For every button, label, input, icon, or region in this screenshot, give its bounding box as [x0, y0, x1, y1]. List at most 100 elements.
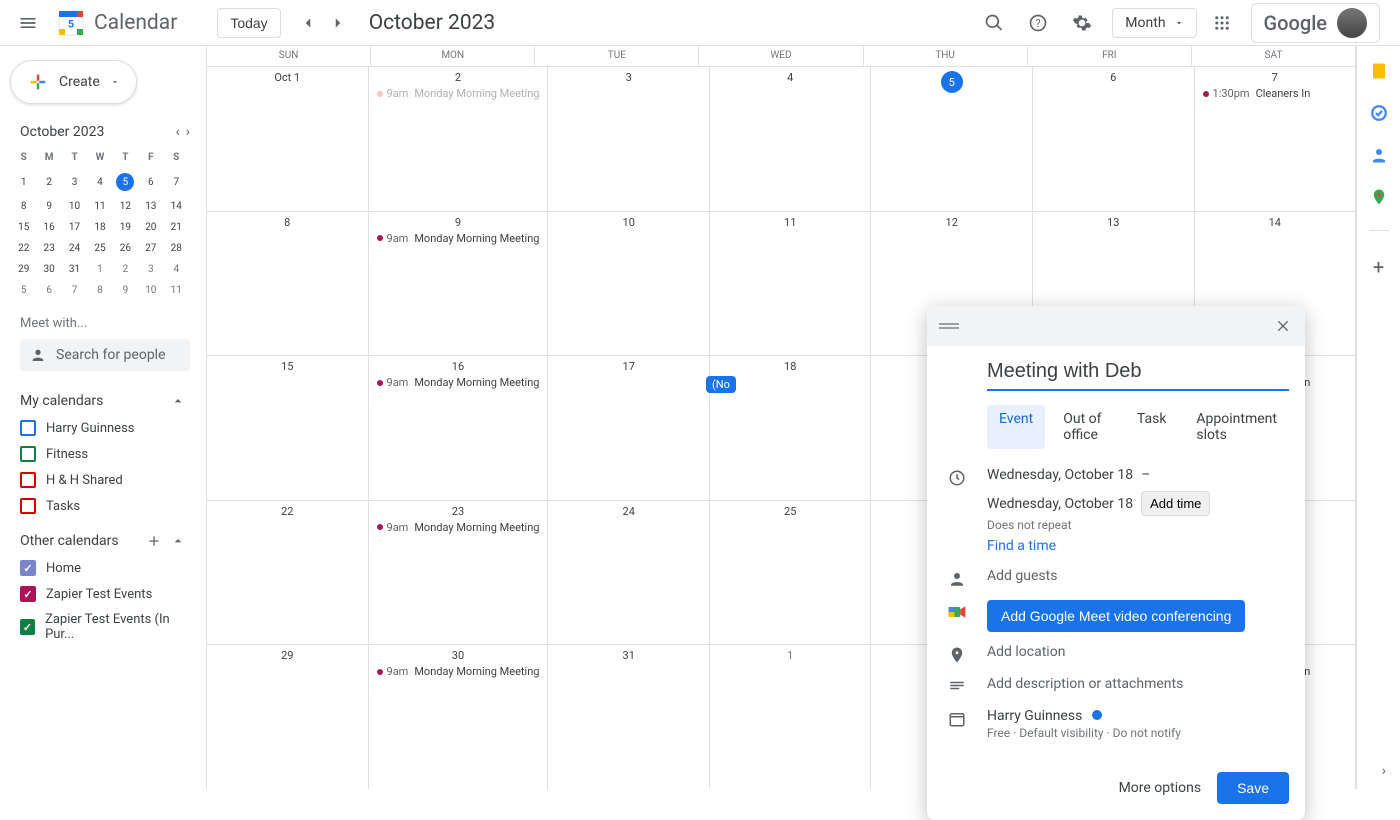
calendar-checkbox[interactable] [20, 619, 35, 635]
event-tab[interactable]: Event [987, 405, 1045, 449]
calendar-checkbox[interactable] [20, 446, 36, 462]
start-date[interactable]: Wednesday, October 18 [987, 467, 1133, 483]
mini-day[interactable]: 12 [114, 197, 137, 216]
day-cell[interactable]: 24 [548, 501, 710, 645]
google-account[interactable]: Google [1251, 3, 1380, 43]
mini-day[interactable]: 15 [12, 218, 35, 237]
calendar-item[interactable]: Fitness [10, 441, 190, 467]
mini-day[interactable]: 7 [63, 281, 86, 300]
day-cell[interactable]: Oct 1 [207, 67, 369, 211]
mini-day[interactable]: 19 [114, 218, 137, 237]
mini-day[interactable]: 11 [88, 197, 111, 216]
day-cell[interactable]: 4 [710, 67, 872, 211]
day-cell[interactable]: 71:30pmCleaners In [1195, 67, 1357, 211]
mini-day[interactable]: 11 [165, 281, 188, 300]
add-addon-icon[interactable]: + [1373, 255, 1384, 279]
event-item[interactable]: 9amMonday Morning Meeting [373, 664, 544, 679]
day-cell[interactable]: 309amMonday Morning Meeting [369, 645, 549, 789]
mini-day[interactable]: 27 [139, 239, 162, 258]
event-item[interactable]: 1:30pmCleaners In [1199, 86, 1352, 101]
search-people-input[interactable]: Search for people [20, 339, 190, 371]
mini-day[interactable]: 9 [114, 281, 137, 300]
add-time-button[interactable]: Add time [1141, 491, 1210, 516]
mini-day[interactable]: 24 [63, 239, 86, 258]
create-button[interactable]: Create [10, 60, 137, 104]
calendar-item[interactable]: Harry Guinness [10, 415, 190, 441]
add-description-input[interactable]: Add description or attachments [987, 676, 1289, 692]
settings-icon[interactable] [1064, 5, 1100, 41]
calendar-item[interactable]: Home [10, 555, 190, 581]
mini-day[interactable]: 2 [37, 169, 60, 195]
day-cell[interactable]: 6 [1033, 67, 1195, 211]
event-item[interactable]: 9amMonday Morning Meeting [373, 520, 544, 535]
add-guests-input[interactable]: Add guests [987, 568, 1289, 584]
add-meet-button[interactable]: Add Google Meet video conferencing [987, 600, 1245, 632]
menu-icon[interactable] [8, 3, 48, 43]
drag-handle-icon[interactable] [935, 317, 963, 335]
day-cell[interactable]: 239amMonday Morning Meeting [369, 501, 549, 645]
mini-day[interactable]: 26 [114, 239, 137, 258]
event-title-input[interactable] [987, 354, 1289, 391]
mini-day[interactable]: 25 [88, 239, 111, 258]
calendar-checkbox[interactable] [20, 586, 36, 602]
day-cell[interactable]: 15 [207, 356, 369, 500]
mini-day[interactable]: 8 [88, 281, 111, 300]
next-month-button[interactable] [323, 8, 353, 38]
mini-day[interactable]: 2 [114, 260, 137, 279]
close-icon[interactable] [1269, 312, 1297, 340]
event-item[interactable]: 9amMonday Morning Meeting [373, 86, 544, 101]
other-calendars-toggle[interactable]: Other calendars [10, 527, 190, 555]
day-cell[interactable]: 169amMonday Morning Meeting [369, 356, 549, 500]
view-selector[interactable]: Month [1112, 8, 1196, 38]
mini-day[interactable]: 20 [139, 218, 162, 237]
find-time-link[interactable]: Find a time [987, 538, 1289, 554]
mini-day[interactable]: 1 [12, 169, 35, 195]
new-event-bar[interactable]: (No [706, 376, 736, 393]
mini-day[interactable]: 9 [37, 197, 60, 216]
prev-month-button[interactable] [293, 8, 323, 38]
event-tab[interactable]: Out of office [1051, 405, 1119, 449]
mini-day[interactable]: 8 [12, 197, 35, 216]
mini-day[interactable]: 10 [63, 197, 86, 216]
mini-day[interactable]: 3 [139, 260, 162, 279]
day-cell[interactable]: 17 [548, 356, 710, 500]
calendar-checkbox[interactable] [20, 472, 36, 488]
mini-day[interactable]: 31 [63, 260, 86, 279]
mini-prev-button[interactable]: ‹ [176, 124, 180, 140]
mini-day[interactable]: 5 [12, 281, 35, 300]
mini-day[interactable]: 6 [139, 169, 162, 195]
calendar-item[interactable]: Tasks [10, 493, 190, 519]
mini-day[interactable]: 16 [37, 218, 60, 237]
day-cell[interactable]: 29amMonday Morning Meeting [369, 67, 549, 211]
mini-day[interactable]: 21 [165, 218, 188, 237]
calendar-item[interactable]: Zapier Test Events [10, 581, 190, 607]
mini-day[interactable]: 17 [63, 218, 86, 237]
day-cell[interactable]: 99amMonday Morning Meeting [369, 212, 549, 356]
mini-day[interactable]: 1 [88, 260, 111, 279]
day-cell[interactable]: 5 [871, 67, 1033, 211]
event-meta[interactable]: Free · Default visibility · Do not notif… [987, 726, 1289, 740]
day-cell[interactable]: 3 [548, 67, 710, 211]
event-tab[interactable]: Appointment slots [1184, 405, 1289, 449]
mini-day[interactable]: 18 [88, 218, 111, 237]
event-item[interactable]: 9amMonday Morning Meeting [373, 375, 544, 390]
mini-day[interactable]: 3 [63, 169, 86, 195]
calendar-checkbox[interactable] [20, 560, 36, 576]
calendar-checkbox[interactable] [20, 498, 36, 514]
mini-day[interactable]: 29 [12, 260, 35, 279]
mini-day[interactable]: 13 [139, 197, 162, 216]
calendar-item[interactable]: H & H Shared [10, 467, 190, 493]
mini-day[interactable]: 4 [165, 260, 188, 279]
contacts-icon[interactable] [1370, 146, 1388, 164]
day-cell[interactable]: 18(No [710, 356, 872, 500]
maps-icon[interactable] [1370, 188, 1388, 206]
calendar-checkbox[interactable] [20, 420, 36, 436]
keep-icon[interactable] [1370, 62, 1388, 80]
calendar-item[interactable]: Zapier Test Events (In Pur... [10, 607, 190, 647]
mini-day[interactable]: 30 [37, 260, 60, 279]
day-cell[interactable]: 31 [548, 645, 710, 789]
day-cell[interactable]: 22 [207, 501, 369, 645]
mini-day[interactable]: 5 [114, 169, 137, 195]
day-cell[interactable]: 8 [207, 212, 369, 356]
add-calendar-icon[interactable] [146, 533, 162, 549]
